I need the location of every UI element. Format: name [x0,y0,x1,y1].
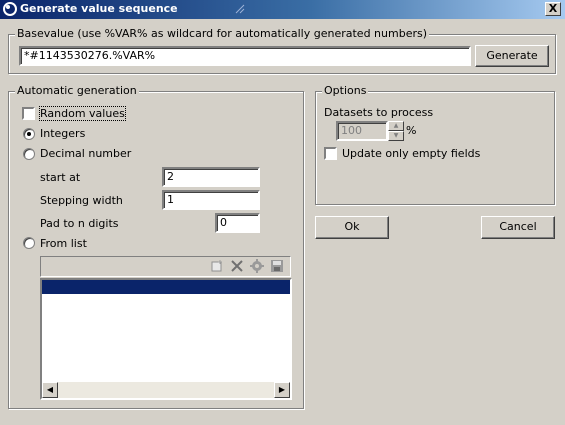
decimal-number-label[interactable]: Decimal number [40,147,131,160]
stepping-width-input[interactable]: 1 [162,190,260,210]
window-title: Generate value sequence [20,2,178,15]
datasets-spinner: ▲ ▼ [388,121,404,141]
random-values-label[interactable]: Random values [39,106,126,121]
datasets-to-process-label: Datasets to process [324,106,434,119]
from-list-label[interactable]: From list [40,237,87,250]
integers-label[interactable]: Integers [40,127,85,140]
random-values-checkbox[interactable] [22,107,35,120]
from-list-listbox[interactable]: ◀ ▶ [40,278,292,400]
title-bar: Generate value sequence X [0,0,565,19]
from-list-radio[interactable] [23,237,35,249]
scroll-right-icon[interactable]: ▶ [274,382,290,398]
start-at-label: start at [40,171,81,184]
options-legend: Options [322,84,369,97]
datasets-input: 100 [336,121,388,141]
stepping-width-label: Stepping width [40,194,123,207]
radio-selected-dot [27,132,31,136]
gear-icon[interactable] [250,259,264,273]
update-empty-fields-label[interactable]: Update only empty fields [342,147,480,160]
horizontal-scrollbar[interactable]: ◀ ▶ [42,382,290,398]
basevalue-input[interactable]: *#1143530276.%VAR% [19,46,471,66]
pad-digits-label: Pad to n digits [40,217,119,230]
list-toolbar [40,256,291,277]
automatic-generation-legend: Automatic generation [15,84,139,97]
basevalue-legend: Basevalue (use %VAR% as wildcard for aut… [15,27,430,40]
decimal-number-radio[interactable] [23,148,35,160]
spin-down-icon: ▼ [388,131,404,141]
scroll-left-icon[interactable]: ◀ [42,382,58,398]
pad-digits-input[interactable]: 0 [215,213,260,233]
start-at-input[interactable]: 2 [162,167,260,187]
app-icon [3,2,17,16]
update-empty-fields-checkbox[interactable] [324,147,337,160]
delete-icon[interactable] [230,259,244,273]
resize-grip-icon [235,4,245,14]
percent-label: % [406,124,417,137]
new-icon[interactable] [210,259,224,273]
save-icon[interactable] [270,259,284,273]
list-item-selected[interactable] [42,280,290,294]
generate-button[interactable]: Generate [475,45,549,67]
integers-radio[interactable] [23,128,35,140]
cancel-button[interactable]: Cancel [481,216,555,239]
close-button[interactable]: X [545,2,561,16]
ok-button[interactable]: Ok [315,216,389,239]
spin-up-icon: ▲ [388,121,404,131]
